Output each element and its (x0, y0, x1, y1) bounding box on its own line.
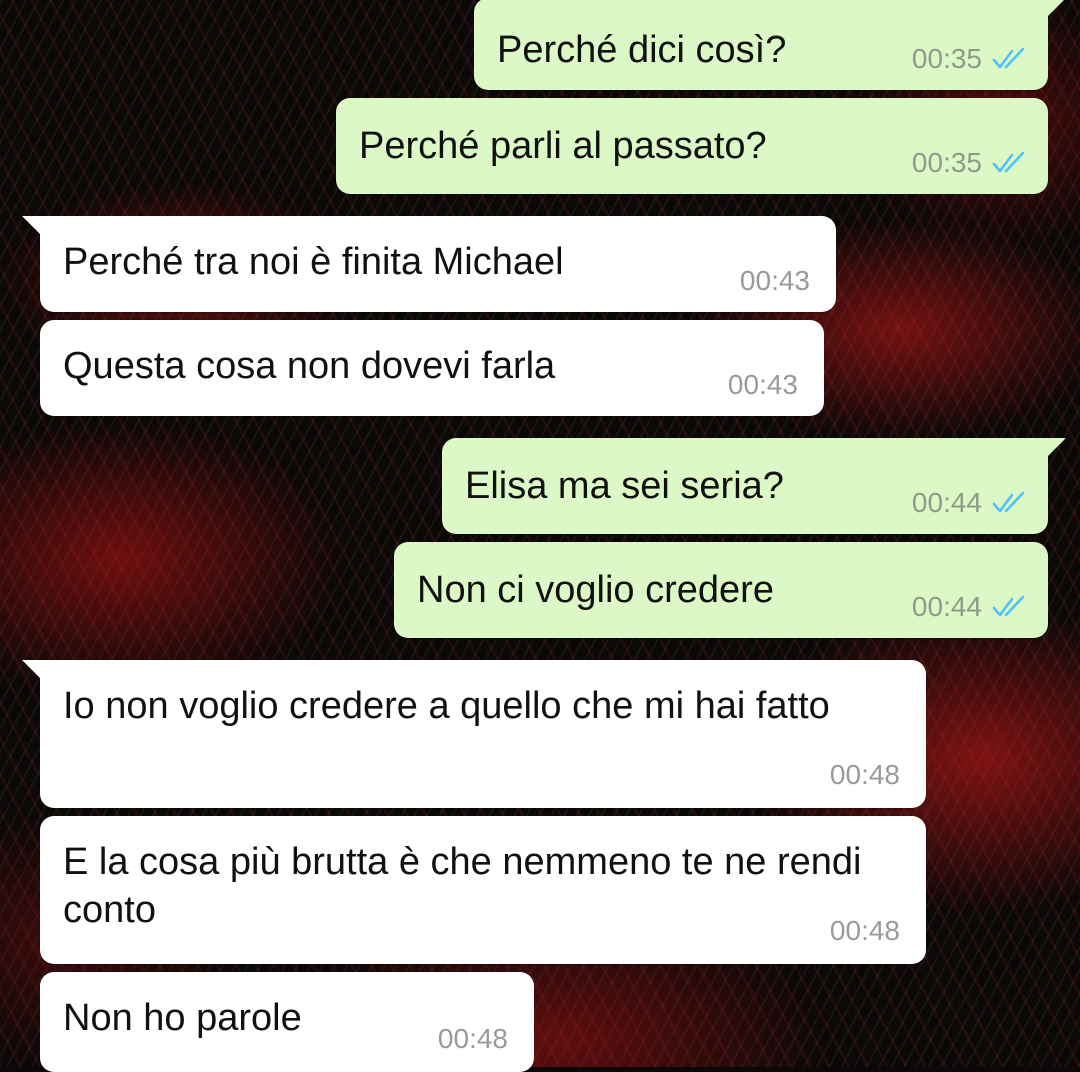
message-bubble-outgoing[interactable]: Elisa ma sei seria? 00:44 (442, 438, 1066, 534)
message-meta: 00:48 (830, 760, 900, 790)
double-check-read-icon (992, 47, 1025, 69)
message-meta: 00:44 (912, 592, 1026, 622)
message-time: 00:43 (727, 369, 798, 400)
double-check-read-icon (992, 491, 1025, 513)
bubble-tail (1044, 438, 1066, 460)
message-bubble-incoming[interactable]: Questa cosa non dovevi farla 00:43 (40, 320, 824, 416)
message-time: 00:44 (911, 591, 982, 622)
bubble-tail (1044, 0, 1066, 20)
message-meta: 00:48 (438, 1024, 508, 1054)
message-bubble-incoming[interactable]: Io non voglio credere a quello che mi ha… (22, 660, 926, 808)
message-meta: 00:44 (912, 488, 1026, 518)
message-time: 00:35 (911, 43, 982, 74)
message-time: 00:35 (911, 147, 982, 178)
message-meta: 00:43 (728, 370, 798, 400)
bubble-tail (22, 216, 44, 238)
message-text: Io non voglio credere a quello che mi ha… (63, 685, 830, 727)
message-meta: 00:48 (830, 916, 900, 946)
double-check-read-icon (992, 151, 1025, 173)
message-meta: 00:43 (740, 266, 810, 296)
message-time: 00:43 (739, 265, 810, 296)
message-bubble-outgoing[interactable]: Non ci voglio credere 00:44 (394, 542, 1048, 638)
message-meta: 00:35 (912, 44, 1026, 74)
message-text: Perché tra noi è finita Michael (63, 241, 564, 283)
message-bubble-outgoing[interactable]: Perché parli al passato? 00:35 (336, 98, 1048, 194)
bubble-tail (22, 660, 44, 682)
message-bubble-incoming[interactable]: E la cosa più brutta è che nemmeno te ne… (40, 816, 926, 964)
message-bubble-incoming[interactable]: Non ho parole 00:48 (40, 972, 534, 1072)
message-meta: 00:35 (912, 148, 1026, 178)
message-time: 00:48 (437, 1023, 508, 1054)
message-bubble-outgoing[interactable]: Perché dici così? 00:35 (474, 0, 1066, 90)
message-bubble-incoming[interactable]: Perché tra noi è finita Michael 00:43 (22, 216, 836, 312)
message-time: 00:44 (911, 487, 982, 518)
message-time: 00:48 (829, 759, 900, 790)
message-text: Questa cosa non dovevi farla (63, 345, 556, 387)
message-time: 00:48 (829, 915, 900, 946)
message-text: E la cosa più brutta è che nemmeno te ne… (63, 841, 862, 931)
double-check-read-icon (992, 595, 1025, 617)
